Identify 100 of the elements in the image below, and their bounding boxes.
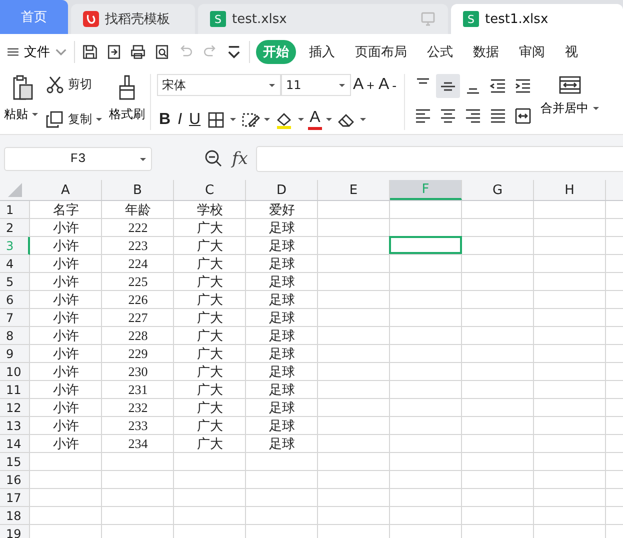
row-header[interactable]: 8: [0, 327, 30, 345]
zoom-icon[interactable]: [204, 148, 224, 168]
dropdown-icon[interactable]: [95, 116, 103, 123]
ribbon-tab[interactable]: 插入: [302, 40, 342, 64]
table-cell-text: 足球: [268, 255, 296, 272]
save-icon[interactable]: [81, 43, 99, 61]
sheet-icon: S: [463, 11, 479, 27]
table-cell-text: 225: [127, 273, 149, 290]
column-header[interactable]: H: [534, 180, 606, 200]
dropdown-icon[interactable]: [338, 82, 346, 88]
font-size-dropdown[interactable]: 11: [281, 74, 351, 96]
row-header[interactable]: 7: [0, 309, 30, 327]
ribbon-tab[interactable]: 审阅: [512, 40, 552, 64]
column-header[interactable]: A: [30, 180, 102, 200]
copy-button[interactable]: 复制: [43, 109, 105, 130]
table-cell-text: 227: [127, 309, 149, 326]
dropdown-icon[interactable]: [31, 111, 39, 118]
scissors-icon: [45, 75, 65, 94]
table-cell-text: 学校: [196, 201, 224, 218]
table-cell-text: 足球: [268, 345, 296, 362]
row-header[interactable]: 6: [0, 291, 30, 309]
file-menu[interactable]: 文件: [6, 43, 68, 61]
table-cell-text: 228: [127, 327, 149, 344]
table-cell-text: 小许: [52, 417, 80, 434]
dropdown-icon[interactable]: [228, 116, 237, 123]
dropdown-icon[interactable]: [359, 116, 368, 123]
dropdown-icon[interactable]: [296, 116, 305, 123]
dropdown-icon[interactable]: [139, 156, 147, 162]
font-color-button[interactable]: A: [308, 109, 322, 130]
table-cell-text: 小许: [52, 345, 80, 362]
table-cell-text: 229: [127, 345, 149, 362]
format-painter-button[interactable]: 格式刷: [109, 74, 145, 130]
name-box[interactable]: F3: [4, 146, 152, 170]
table-cell-text: 230: [127, 363, 149, 380]
table-cell-text: 广大: [196, 291, 224, 308]
row-header[interactable]: 13: [0, 417, 30, 435]
table-cell-text: 足球: [268, 219, 296, 236]
row-header[interactable]: 4: [0, 255, 30, 273]
row-header[interactable]: 2: [0, 219, 30, 237]
table-cell-text: 小许: [52, 237, 80, 254]
merge-button[interactable]: 合并居中: [540, 74, 600, 130]
tab[interactable]: 找稻壳模板: [71, 4, 195, 34]
row-header[interactable]: 11: [0, 381, 30, 399]
row-header[interactable]: 15: [0, 453, 30, 471]
row-header[interactable]: 17: [0, 489, 30, 507]
middle-align-button[interactable]: [436, 74, 460, 98]
table-cell-text: 小许: [52, 291, 80, 308]
table-cell-text: 广大: [196, 381, 224, 398]
table-cell-text: 足球: [268, 435, 296, 452]
table-cell-text: 223: [127, 237, 149, 254]
ribbon-tab[interactable]: 数据: [466, 40, 506, 64]
row-header[interactable]: 5: [0, 273, 30, 291]
tab[interactable]: S test.xlsx: [198, 4, 448, 34]
preview-icon[interactable]: [153, 43, 171, 61]
column-header[interactable]: D: [246, 180, 318, 200]
fx-label[interactable]: fx: [232, 148, 248, 168]
cut-button[interactable]: 剪切: [43, 74, 105, 95]
column-header[interactable]: G: [462, 180, 534, 200]
table-cell-text: 小许: [52, 255, 80, 272]
row-header[interactable]: 12: [0, 399, 30, 417]
underline-button[interactable]: U: [187, 110, 203, 130]
table-cell-text: 小许: [52, 399, 80, 416]
tab[interactable]: S test1.xlsx: [451, 4, 623, 34]
row-header[interactable]: 18: [0, 507, 30, 525]
dropdown-icon[interactable]: [262, 116, 271, 123]
table-cell-text: 小许: [52, 327, 80, 344]
dropdown-icon[interactable]: [325, 116, 334, 123]
row-header[interactable]: 1: [0, 201, 30, 219]
table-cell-text: 广大: [196, 345, 224, 362]
dropdown-icon[interactable]: [268, 82, 276, 88]
ribbon-tab[interactable]: 页面布局: [348, 40, 414, 64]
ribbon-tab[interactable]: 公式: [420, 40, 460, 64]
active-cell[interactable]: [389, 236, 462, 254]
formula-input[interactable]: [256, 146, 623, 172]
dropdown-icon[interactable]: [592, 105, 600, 112]
row-header[interactable]: 14: [0, 435, 30, 453]
table-cell-text: 爱好: [268, 201, 296, 218]
table-cell-text: 222: [127, 219, 149, 236]
table-cell-text: 名字: [52, 201, 80, 218]
font-dropdown[interactable]: 宋体: [157, 74, 281, 96]
column-header[interactable]: B: [102, 180, 174, 200]
table-cell-text: 广大: [196, 327, 224, 344]
paste-button[interactable]: 粘贴: [4, 74, 39, 130]
export-icon[interactable]: [105, 43, 123, 61]
table-cell-text: 足球: [268, 309, 296, 326]
ribbon-tab[interactable]: 视: [558, 40, 585, 64]
table-cell-text: 小许: [52, 309, 80, 326]
bold-button[interactable]: B: [157, 110, 173, 130]
print-icon[interactable]: [129, 43, 147, 61]
table-cell-text: 小许: [52, 435, 80, 452]
row-header[interactable]: 16: [0, 471, 30, 489]
table-cell-text: 234: [127, 435, 149, 452]
borders-icon[interactable]: [206, 110, 226, 130]
row-header[interactable]: 9: [0, 345, 30, 363]
row-header[interactable]: 10: [0, 363, 30, 381]
table-cell-text: 广大: [196, 219, 224, 236]
table-cell-text: 广大: [196, 417, 224, 434]
italic-button[interactable]: I: [176, 110, 184, 130]
column-header[interactable]: C: [174, 180, 246, 200]
table-cell-text: 小许: [52, 381, 80, 398]
